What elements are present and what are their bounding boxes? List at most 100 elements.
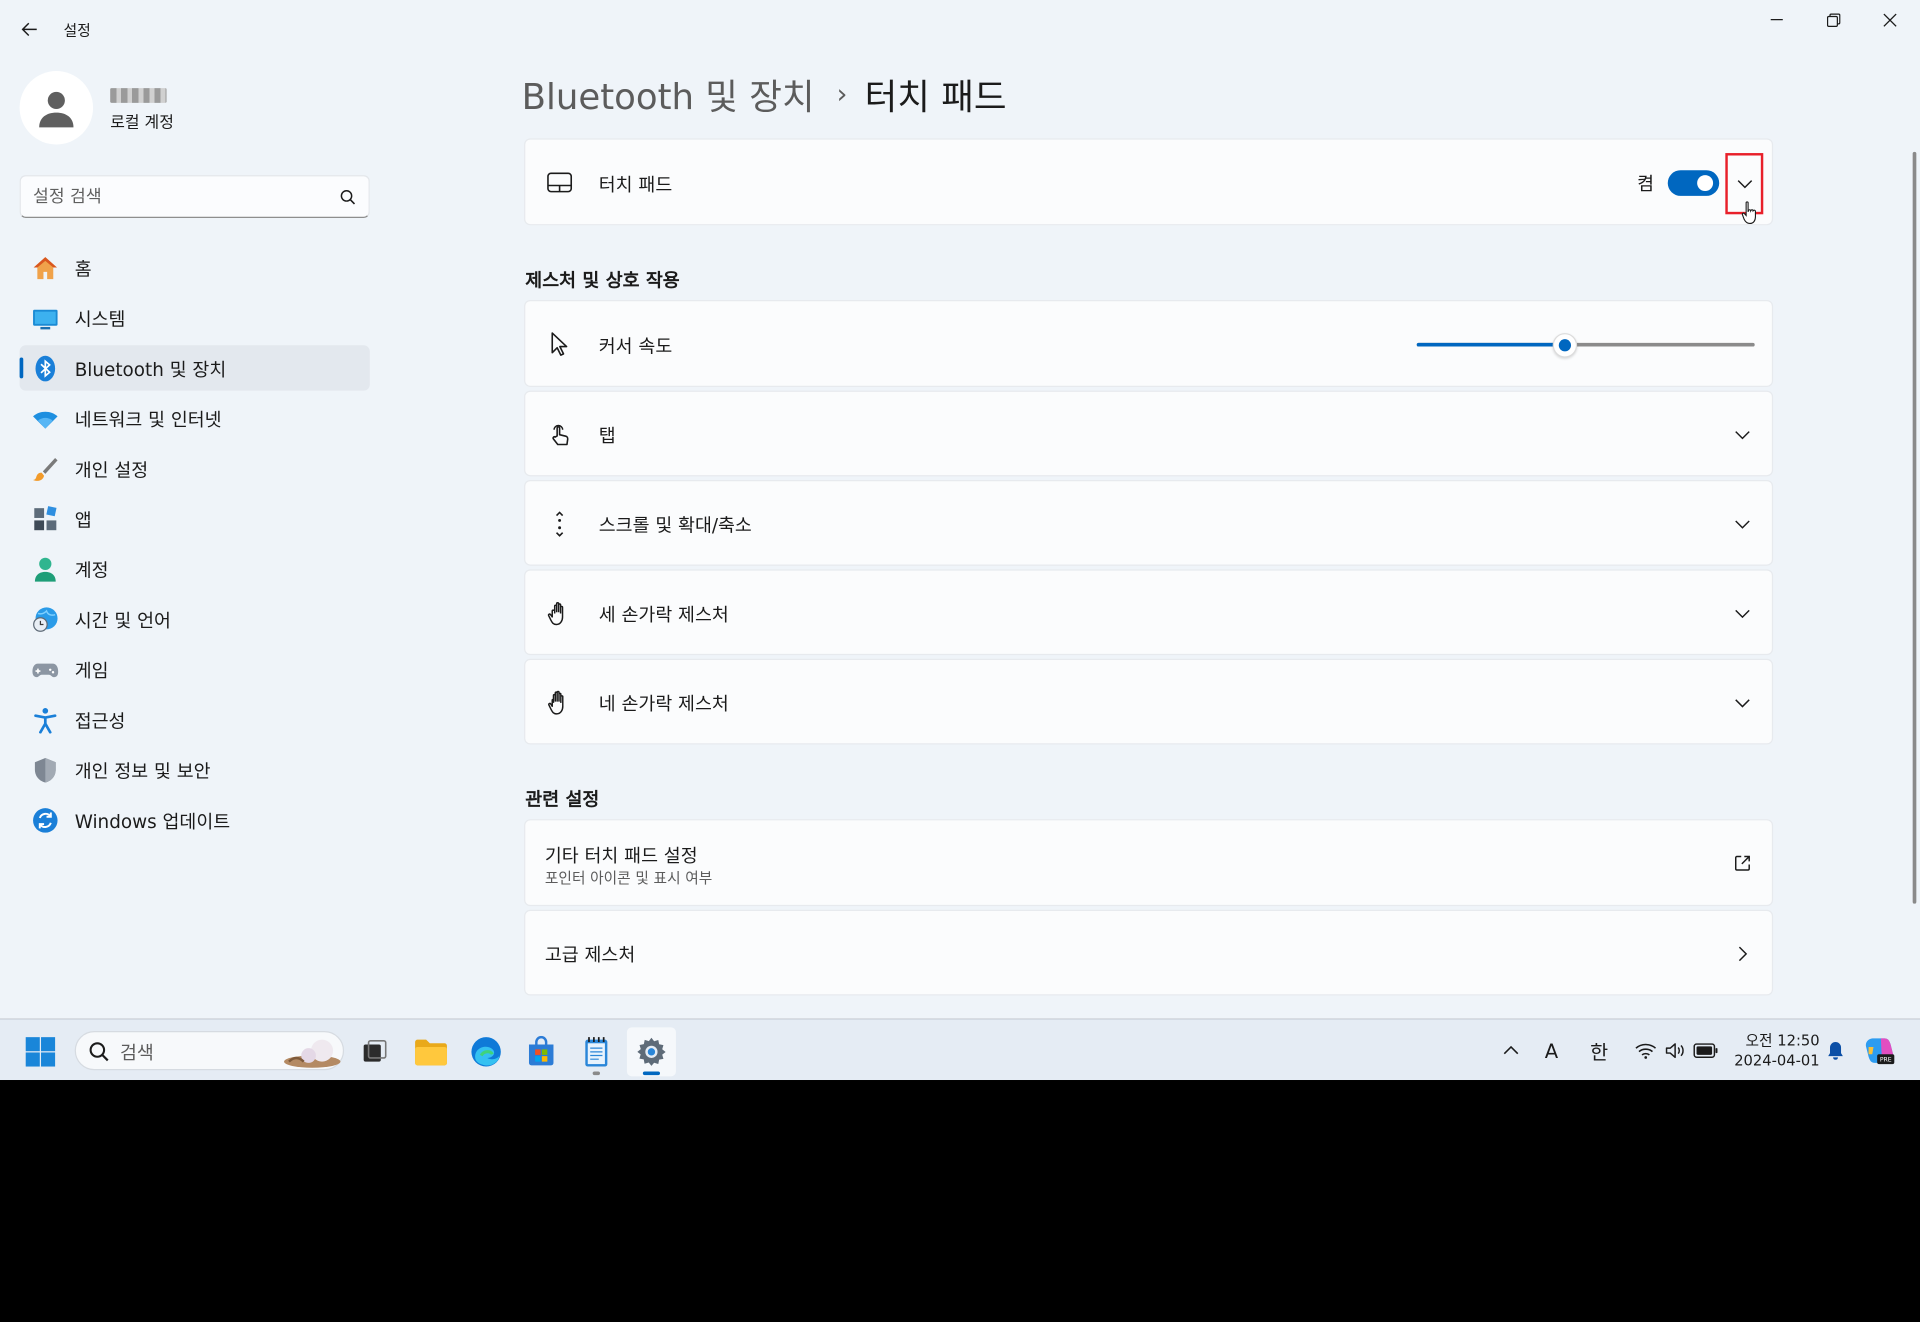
back-button[interactable]	[12, 15, 46, 44]
notepad-icon	[585, 1037, 608, 1067]
touchpad-label: 터치 패드	[598, 173, 673, 196]
sidebar-item-personalization[interactable]: 개인 설정	[20, 446, 370, 491]
settings-window: 설정 로컬 계정 홈 시스템 Blue	[0, 0, 1920, 1019]
advanced-gestures-card[interactable]: 고급 제스처	[524, 909, 1774, 996]
search-icon[interactable]	[339, 189, 356, 206]
windows-logo-icon	[25, 1037, 56, 1067]
minimize-button[interactable]	[1749, 0, 1805, 39]
sidebar-item-windows-update[interactable]: Windows 업데이트	[20, 797, 370, 842]
taskbar-notepad[interactable]	[572, 1027, 621, 1076]
sidebar-item-network[interactable]: 네트워크 및 인터넷	[20, 396, 370, 441]
sidebar-item-label: 접근성	[74, 710, 126, 733]
sidebar-item-home[interactable]: 홈	[20, 245, 370, 290]
sidebar-item-privacy[interactable]: 개인 정보 및 보안	[20, 747, 370, 792]
slider-fill	[1416, 342, 1566, 347]
restore-button[interactable]	[1805, 0, 1861, 39]
taskbar-store[interactable]	[517, 1027, 566, 1076]
sidebar-item-label: 네트워크 및 인터넷	[74, 408, 222, 432]
chevron-down-icon[interactable]	[1733, 425, 1753, 445]
store-icon	[528, 1036, 554, 1066]
sidebar-item-bluetooth[interactable]: Bluetooth 및 장치	[19, 345, 370, 391]
task-view-icon	[363, 1040, 387, 1062]
toggle-knob	[1697, 175, 1714, 192]
chevron-down-icon[interactable]	[1733, 514, 1753, 534]
sidebar-item-apps[interactable]: 앱	[20, 496, 370, 541]
taskbar-edge[interactable]	[462, 1027, 511, 1076]
chevron-down-icon[interactable]	[1733, 604, 1753, 624]
taskbar-search-placeholder: 검색	[120, 1042, 154, 1065]
settings-search[interactable]	[19, 175, 370, 218]
start-button[interactable]	[16, 1027, 65, 1076]
ime-mode-indicator[interactable]: A	[1538, 1037, 1565, 1064]
globe-clock-icon	[33, 607, 58, 632]
touchpad-card[interactable]: 터치 패드 켬	[524, 138, 1774, 226]
sidebar-item-accounts[interactable]: 계정	[20, 546, 370, 591]
account-type: 로컬 계정	[110, 113, 174, 133]
sidebar-item-system[interactable]: 시스템	[20, 295, 370, 340]
sidebar-item-label: 게임	[74, 660, 109, 683]
other-settings-title: 기타 터치 패드 설정	[544, 844, 698, 867]
scroll-zoom-card[interactable]: 스크롤 및 확대/축소	[524, 480, 1774, 566]
show-hidden-icons-button[interactable]	[1499, 1037, 1523, 1064]
chevron-down-icon[interactable]	[1733, 693, 1753, 713]
advanced-gestures-title: 고급 제스처	[544, 944, 636, 967]
sidebar-item-time-language[interactable]: 시간 및 언어	[20, 596, 370, 641]
cursor-speed-slider[interactable]	[1416, 333, 1755, 358]
tap-card[interactable]: 탭	[524, 390, 1774, 477]
volume-status-icon[interactable]	[1663, 1037, 1687, 1064]
sidebar-item-accessibility[interactable]: 접근성	[20, 697, 370, 742]
accessibility-icon	[34, 708, 57, 734]
svg-text:PRE: PRE	[1880, 1057, 1892, 1064]
slider-thumb[interactable]	[1553, 333, 1578, 358]
battery-status-icon[interactable]	[1692, 1037, 1719, 1064]
taskbar-search[interactable]: 검색	[74, 1031, 345, 1071]
four-finger-icon	[548, 690, 564, 715]
breadcrumb-separator: ›	[836, 78, 848, 110]
notification-button[interactable]	[1825, 1037, 1847, 1064]
copilot-button[interactable]: PRE	[1862, 1035, 1896, 1067]
other-settings-subtitle: 포인터 아이콘 및 표시 여부	[544, 869, 713, 887]
wifi-status-icon[interactable]	[1633, 1037, 1657, 1064]
battery-icon	[1693, 1043, 1718, 1058]
restore-icon	[1826, 12, 1840, 27]
three-finger-icon	[547, 602, 564, 626]
tap-icon	[552, 424, 569, 446]
taskbar-clock[interactable]: 오전 12:50 2024-04-01	[1727, 1031, 1819, 1070]
bluetooth-icon	[35, 355, 56, 382]
other-touchpad-settings-card[interactable]: 기타 터치 패드 설정 포인터 아이콘 및 표시 여부	[524, 819, 1774, 907]
wifi-icon	[33, 411, 58, 429]
taskbar-file-explorer[interactable]	[407, 1027, 456, 1076]
avatar	[19, 71, 94, 145]
task-view-button[interactable]	[350, 1027, 399, 1076]
breadcrumb-parent-link[interactable]: Bluetooth 및 장치	[522, 69, 815, 120]
sidebar-item-gaming[interactable]: 게임	[20, 647, 370, 692]
four-finger-card[interactable]: 네 손가락 제스처	[524, 658, 1774, 745]
edge-icon	[471, 1037, 501, 1067]
scroll-icon	[555, 511, 564, 537]
brush-icon	[33, 457, 58, 481]
sidebar-item-label: 시간 및 언어	[74, 609, 171, 632]
scrollbar[interactable]	[1912, 151, 1917, 904]
close-button[interactable]	[1861, 0, 1917, 39]
folder-icon	[415, 1039, 447, 1066]
update-icon	[33, 808, 58, 833]
sidebar-item-label: 앱	[74, 509, 92, 532]
user-profile[interactable]: 로컬 계정	[19, 71, 375, 145]
close-icon	[1882, 12, 1897, 27]
person-icon	[39, 91, 74, 128]
title-bar: 설정	[0, 0, 1920, 59]
back-arrow-icon	[21, 22, 37, 37]
touchpad-toggle[interactable]	[1667, 170, 1720, 196]
chevron-right-icon	[1738, 946, 1748, 962]
settings-search-input[interactable]	[33, 176, 327, 217]
taskbar: 검색 A 한 오전 12:50 2024-04-01 PRE	[0, 1018, 1920, 1081]
touchpad-toggle-state: 켬	[1637, 172, 1655, 195]
three-finger-card[interactable]: 세 손가락 제스처	[524, 569, 1774, 656]
sidebar-item-label: 홈	[74, 258, 92, 281]
taskbar-settings[interactable]	[626, 1027, 676, 1077]
minimize-icon	[1770, 18, 1783, 21]
search-icon	[89, 1042, 109, 1062]
sidebar-item-label: 시스템	[74, 308, 126, 331]
touchpad-icon	[547, 172, 573, 193]
ime-language-indicator[interactable]: 한	[1585, 1037, 1614, 1064]
